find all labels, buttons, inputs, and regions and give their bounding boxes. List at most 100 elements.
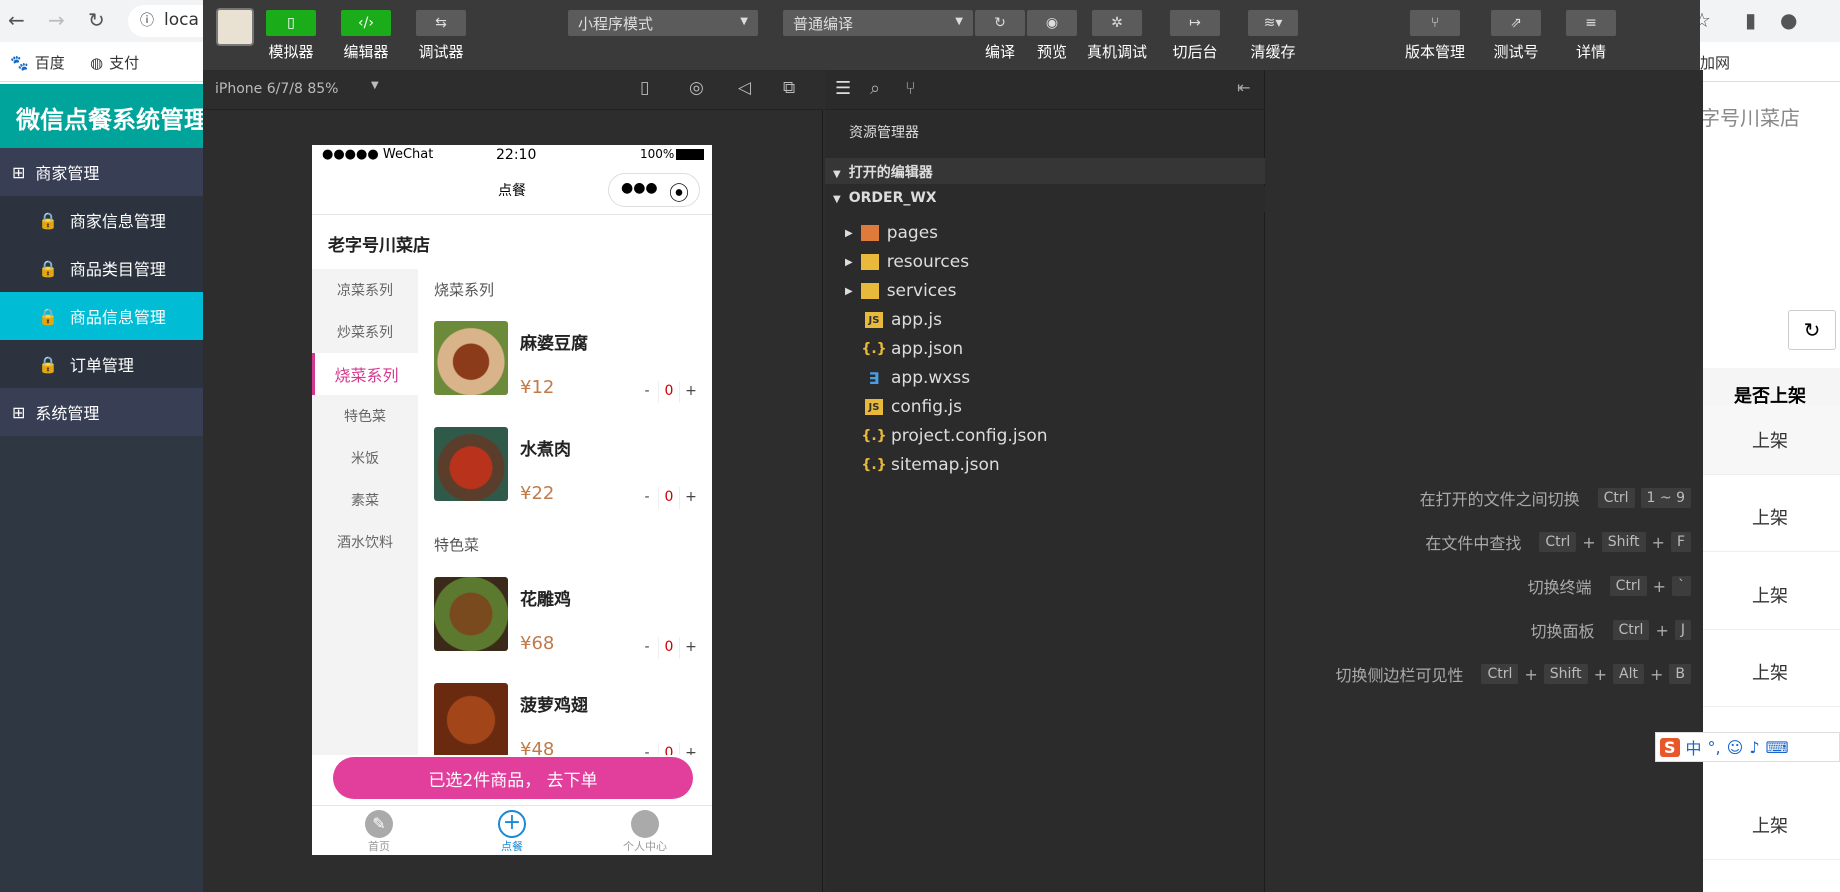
category-item[interactable]: 凉菜系列 [312,269,418,311]
food-image[interactable] [434,427,508,501]
folder-pages[interactable]: ▶ pages [845,220,938,246]
bookmark-extra[interactable]: 加网 [1700,52,1730,73]
category-item[interactable]: 素菜 [312,479,418,521]
file-sitemap[interactable]: {.} sitemap.json [861,452,999,478]
project-section[interactable]: ▼ ORDER_WX [825,186,1265,212]
mic-icon[interactable]: ♪ [1749,738,1759,757]
profile-icon[interactable]: ● [1780,8,1797,32]
forward-icon[interactable]: → [48,8,65,32]
menu-group-system[interactable]: ⊞ 系统管理 [0,388,203,436]
avatar[interactable] [216,8,254,46]
caret-down-icon: ▼ [833,169,841,180]
punctuation-icon[interactable]: °, [1708,738,1721,757]
food-image[interactable] [434,321,508,395]
shortcut-label: 在文件中查找 [1425,534,1522,553]
toolbar-label: 预览 [1036,43,1067,61]
menu-item-order[interactable]: 🔒 订单管理 [0,340,203,388]
refresh-icon: ↻ [994,15,1006,31]
bookmark-pay[interactable]: ◍ 支付 [90,52,139,73]
reload-icon[interactable]: ↻ [88,8,105,32]
device-select[interactable]: iPhone 6/7/8 85% [215,81,338,97]
file-config-js[interactable]: JS config.js [865,394,962,420]
open-editors-section[interactable]: ▼ 打开的编辑器 [825,158,1265,184]
key: Shift [1601,532,1646,552]
clear-cache-button[interactable]: ≋▾ [1248,10,1298,36]
file-app-json[interactable]: {.} app.json [861,336,963,362]
volume-icon[interactable]: ◁ [738,78,751,98]
window-icon[interactable]: ⧉ [783,78,795,98]
file-project-config[interactable]: {.} project.config.json [861,423,1047,449]
editor-toggle[interactable]: ‹/› [341,10,391,36]
mode-select[interactable]: 小程序模式 ▼ [568,10,758,36]
close-mini-icon[interactable]: ⦿ [669,177,689,206]
background-button[interactable]: ↦ [1170,10,1220,36]
refresh-button[interactable]: ↻ [1788,310,1836,350]
list-icon[interactable]: ☰ [835,78,851,99]
home-icon[interactable]: ◎ [689,78,704,98]
back-icon[interactable]: ← [8,8,25,32]
menu-group-merchant[interactable]: ⊞ 商家管理 [0,148,203,196]
tab-home[interactable]: ✎ 首页 [329,806,429,855]
plus: + [1651,532,1665,552]
plus-button[interactable]: + [680,637,702,659]
remote-debug-button[interactable]: ✲ [1092,10,1142,36]
rotate-icon[interactable]: ▯ [640,78,649,98]
sidepanel-icon[interactable]: ▮ [1745,8,1756,32]
key: Ctrl [1539,532,1577,552]
plus-button[interactable]: + [680,487,702,509]
explorer-toolbar: ☰ ⌕ ⑂ ⇤ [825,70,1265,110]
caret-right-icon: ▶ [845,256,853,268]
minus-button[interactable]: - [636,637,658,659]
checkout-button[interactable]: 已选2件商品， 去下单 [333,757,693,799]
food-image[interactable] [434,577,508,651]
bookmark-label: 百度 [34,54,65,72]
search-icon[interactable]: ⌕ [870,78,880,99]
category-item[interactable]: 炒菜系列 [312,311,418,353]
quantity-stepper: -0 + [636,637,704,659]
menu-label: 商家管理 [35,164,100,183]
version-button[interactable]: ⑂ [1410,10,1460,36]
file-app-js[interactable]: JS app.js [865,307,942,333]
details-button[interactable]: ≡ [1566,10,1616,36]
bookmark-baidu[interactable]: 🐾 百度 [10,52,65,73]
category-item[interactable]: 特色菜 [312,395,418,437]
debugger-toggle[interactable]: ⇆ [416,10,466,36]
compile-button[interactable]: ↻ [975,10,1025,36]
tab-order[interactable]: + 点餐 [462,806,562,855]
food-name: 花雕鸡 [520,590,571,610]
menu-item-merchant-info[interactable]: 🔒 商家信息管理 [0,196,203,244]
shop-name: 老字号川菜店 [312,217,712,269]
emoji-icon[interactable]: ☺ [1727,738,1744,757]
category-item[interactable]: 米饭 [312,437,418,479]
folder-resources[interactable]: ▶ resources [845,249,969,275]
ime-mode[interactable]: 中 [1686,735,1702,759]
folder-services[interactable]: ▶ services [845,278,956,304]
minus-button[interactable]: - [636,381,658,403]
minus-button[interactable]: - [636,487,658,509]
food-image[interactable] [434,683,508,755]
caret-down-icon: ▼ [955,16,963,27]
plus-button[interactable]: + [680,743,702,755]
preview-button[interactable]: ◉ [1027,10,1077,36]
file-explorer: ☰ ⌕ ⑂ ⇤ 资源管理器 ▼ 打开的编辑器 ▼ ORDER_WX ▶ pages ▶… [825,70,1265,892]
capsule-menu: ●●● ⦿ [608,173,700,207]
file-name: app.wxss [891,368,971,388]
menu-item-category[interactable]: 🔒 商品类目管理 [0,244,203,292]
menu-item-product[interactable]: 🔒 商品信息管理 [0,292,203,340]
category-item[interactable]: 烧菜系列 [312,353,418,395]
minus-button[interactable]: - [636,743,658,755]
category-item[interactable]: 酒水饮料 [312,521,418,563]
simulator-toggle[interactable]: ▯ [266,10,316,36]
test-account-button[interactable]: ⇗ [1491,10,1541,36]
sogou-icon[interactable]: S [1660,737,1680,757]
food-name: 菠萝鸡翅 [520,696,588,716]
branch-icon[interactable]: ⑂ [905,78,916,99]
tab-profile[interactable]: 个人中心 [595,806,695,855]
plus-button[interactable]: + [680,381,702,403]
compile-select[interactable]: 普通编译 ▼ [783,10,973,36]
collapse-icon[interactable]: ⇤ [1237,78,1250,97]
file-app-wxss[interactable]: ∃ app.wxss [865,365,971,391]
more-icon[interactable]: ●●● [621,180,658,196]
keyboard-icon[interactable]: ⌨ [1766,738,1789,757]
toolbar-label: 编译 [984,43,1015,61]
